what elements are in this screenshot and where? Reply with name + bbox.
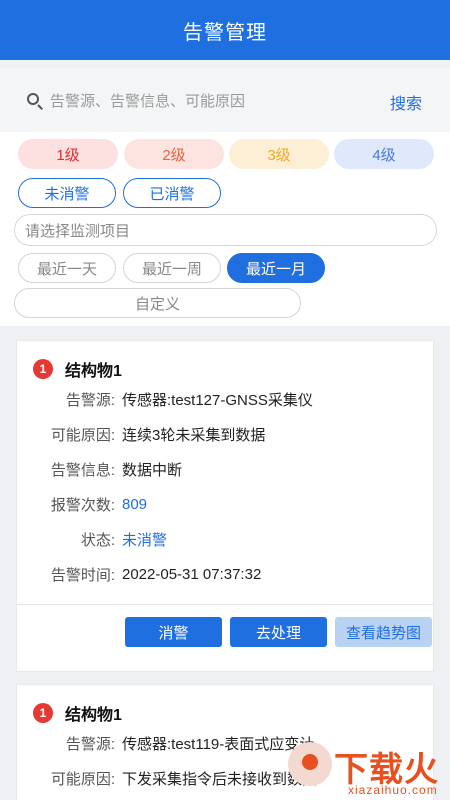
page-title: 告警管理 [183, 21, 267, 44]
project-select-placeholder: 请选择监测项目 [25, 222, 131, 240]
view-trend-button[interactable]: 查看趋势图 [335, 617, 432, 647]
field-value: 数据中断 [122, 461, 183, 479]
level-2-filter[interactable]: 2级 [124, 139, 224, 169]
search-box[interactable] [26, 88, 376, 114]
field-row-time: 告警时间: 2022-05-31 07:37:32 [17, 563, 435, 585]
search-icon [26, 92, 44, 110]
structure-title: 结构物1 [65, 363, 122, 380]
watermark-logo-icon [288, 742, 332, 786]
field-label: 可能原因: [50, 426, 115, 444]
card-header: 1 结构物1 [33, 357, 122, 381]
time-filter-day[interactable]: 最近一天 [18, 253, 116, 283]
site-watermark: 下载火 xiazaihuo.com [288, 738, 450, 800]
structure-title: 结构物1 [65, 707, 122, 724]
level-4-filter[interactable]: 4级 [334, 139, 434, 169]
app-header: 告警管理 [0, 0, 450, 60]
field-row-count: 报警次数: 809 [17, 493, 435, 515]
time-filter-month[interactable]: 最近一月 [227, 253, 325, 283]
alarm-level-badge: 1 [33, 359, 53, 379]
time-filter-week[interactable]: 最近一周 [123, 253, 221, 283]
status-filter-resolved[interactable]: 已消警 [123, 178, 221, 208]
field-label: 可能原因: [50, 770, 115, 788]
search-bar: 搜索 [0, 68, 450, 132]
resolve-button[interactable]: 消警 [125, 617, 222, 647]
field-label: 告警源: [65, 391, 115, 409]
field-row-info: 告警信息: 数据中断 [17, 458, 435, 480]
field-value: 未消警 [122, 531, 168, 549]
level-3-filter[interactable]: 3级 [229, 139, 329, 169]
field-value: 连续3轮未采集到数据 [122, 426, 266, 444]
field-value: 传感器:test127-GNSS采集仪 [122, 391, 313, 409]
field-label: 告警源: [65, 735, 115, 753]
field-label: 告警信息: [50, 461, 115, 479]
field-value: 809 [122, 495, 148, 513]
alarm-level-badge: 1 [33, 703, 53, 723]
field-row-cause: 可能原因: 连续3轮未采集到数据 [17, 423, 435, 445]
level-1-filter[interactable]: 1级 [18, 139, 118, 169]
search-button[interactable]: 搜索 [390, 90, 422, 114]
field-value: 2022-05-31 07:37:32 [122, 565, 262, 583]
alarm-card[interactable]: 1 结构物1 告警源: 传感器:test127-GNSS采集仪 可能原因: 连续… [16, 340, 434, 672]
field-label: 状态: [80, 531, 115, 549]
project-select[interactable]: 请选择监测项目 [14, 214, 437, 246]
time-filter-custom[interactable]: 自定义 [14, 288, 301, 318]
status-filter-unresolved[interactable]: 未消警 [18, 178, 116, 208]
field-row-source: 告警源: 传感器:test127-GNSS采集仪 [17, 388, 435, 410]
watermark-url: xiazaihuo.com [348, 783, 438, 797]
card-header: 1 结构物1 [33, 701, 122, 725]
search-input[interactable] [50, 92, 370, 110]
field-value: 传感器:test119-表面式应变计 [122, 735, 315, 753]
field-label: 告警时间: [50, 566, 115, 584]
field-row-status: 状态: 未消警 [17, 528, 435, 550]
handle-button[interactable]: 去处理 [230, 617, 327, 647]
card-divider [17, 604, 433, 605]
field-label: 报警次数: [50, 496, 115, 514]
